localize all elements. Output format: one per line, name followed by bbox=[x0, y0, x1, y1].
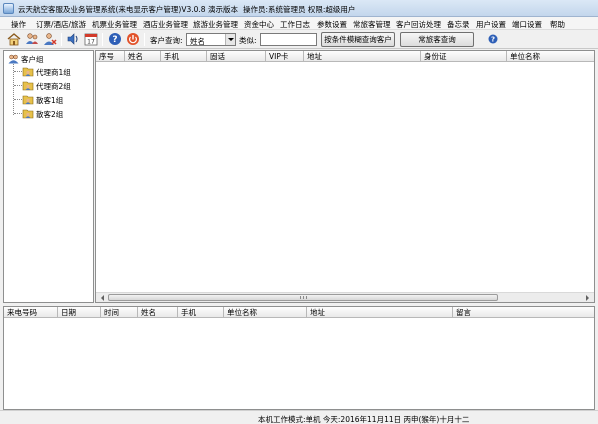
toolbar-separator bbox=[144, 33, 145, 46]
tree-item-label: 代理商2组 bbox=[36, 82, 71, 91]
column-header-date[interactable]: 日期 bbox=[58, 307, 101, 318]
tree-item-retail-group-1[interactable]: 散客1组 bbox=[14, 94, 63, 106]
chevron-down-icon bbox=[225, 34, 235, 45]
column-header-index[interactable]: 序号 bbox=[96, 51, 125, 62]
speaker-icon[interactable] bbox=[66, 32, 80, 46]
calendar-icon[interactable]: 17 bbox=[84, 32, 98, 46]
menu-item-operate[interactable]: 操作 bbox=[11, 19, 26, 30]
menu-item-booking[interactable]: 订票/酒店/旅游 bbox=[36, 19, 86, 30]
menu-item-port-settings[interactable]: 端口设置 bbox=[512, 19, 542, 30]
column-header-company[interactable]: 单位名称 bbox=[507, 51, 596, 62]
column-header-vip-card[interactable]: VIP卡 bbox=[266, 51, 304, 62]
column-header-time[interactable]: 时间 bbox=[101, 307, 138, 318]
tree-item-retail-group-2[interactable]: 散客2组 bbox=[14, 108, 63, 120]
scroll-left-icon[interactable] bbox=[98, 294, 107, 302]
call-log-grid-header: 来电号码 日期 时间 姓名 手机 单位名称 地址 留言 bbox=[4, 307, 594, 318]
customer-grid-header: 序号 姓名 手机 固话 VIP卡 地址 身份证 单位名称 bbox=[96, 51, 594, 62]
fuzzy-search-input[interactable] bbox=[260, 33, 317, 46]
help-icon[interactable]: ? bbox=[108, 32, 122, 46]
frequent-traveler-query-button[interactable]: 常旅客查询 bbox=[400, 32, 474, 47]
call-log-grid[interactable]: 来电号码 日期 时间 姓名 手机 单位名称 地址 留言 bbox=[3, 306, 595, 410]
column-header-mobile[interactable]: 手机 bbox=[161, 51, 207, 62]
scroll-right-icon[interactable] bbox=[583, 294, 592, 302]
menu-item-customer-followup[interactable]: 客户回访处理 bbox=[396, 19, 441, 30]
menu-item-fund-center[interactable]: 资金中心 bbox=[244, 19, 274, 30]
menu-item-ticket-business[interactable]: 机票业务管理 bbox=[92, 19, 137, 30]
folder-icon bbox=[22, 109, 34, 119]
window-title: 云天航空客服及业务管理系统(来电显示客户管理)V3.0.8 演示版本 bbox=[18, 5, 238, 14]
menu-item-work-log[interactable]: 工作日志 bbox=[280, 19, 310, 30]
title-bar: 云天航空客服及业务管理系统(来电显示客户管理)V3.0.8 演示版本 操作员:系… bbox=[0, 0, 598, 17]
query-field-select[interactable]: 姓名 bbox=[186, 33, 236, 46]
column-header-name[interactable]: 姓名 bbox=[138, 307, 178, 318]
column-header-name[interactable]: 姓名 bbox=[125, 51, 161, 62]
column-header-mobile[interactable]: 手机 bbox=[178, 307, 224, 318]
menu-bar: 操作 订票/酒店/旅游 机票业务管理 酒店业务管理 旅游业务管理 资金中心 工作… bbox=[0, 17, 598, 30]
svg-text:?: ? bbox=[112, 35, 117, 45]
folder-icon bbox=[22, 81, 34, 91]
column-header-company[interactable]: 单位名称 bbox=[224, 307, 307, 318]
grip-icon bbox=[300, 296, 307, 299]
fuzzy-label: 类似: bbox=[239, 36, 257, 45]
calendar-day-number: 17 bbox=[87, 39, 95, 46]
fuzzy-query-button[interactable]: 按条件模糊查询客户 bbox=[321, 32, 395, 47]
exit-icon[interactable] bbox=[126, 32, 140, 46]
status-bar: 本机工作模式:单机 今天:2016年11月11日 丙申(猴年)十月十二 bbox=[0, 410, 598, 424]
menu-item-help[interactable]: 帮助 bbox=[550, 19, 565, 30]
folder-icon bbox=[22, 95, 34, 105]
add-customer-icon[interactable] bbox=[7, 32, 21, 46]
delete-customer-icon[interactable] bbox=[43, 32, 57, 46]
tree-item-label: 代理商1组 bbox=[36, 68, 71, 77]
folder-icon bbox=[22, 67, 34, 77]
tree-item-agent-group-2[interactable]: 代理商2组 bbox=[14, 80, 71, 92]
menu-item-memo[interactable]: 备忘录 bbox=[447, 19, 470, 30]
column-header-address[interactable]: 地址 bbox=[307, 307, 453, 318]
status-text: 本机工作模式:单机 今天:2016年11月11日 丙申(猴年)十月十二 bbox=[258, 415, 470, 424]
column-header-address[interactable]: 地址 bbox=[304, 51, 421, 62]
column-header-caller-number[interactable]: 来电号码 bbox=[4, 307, 58, 318]
edit-customer-icon[interactable] bbox=[25, 32, 39, 46]
app-icon bbox=[3, 3, 14, 14]
question-icon[interactable]: ? bbox=[488, 34, 498, 44]
svg-text:?: ? bbox=[491, 36, 495, 44]
menu-item-frequent-traveler[interactable]: 常旅客管理 bbox=[353, 19, 391, 30]
tree-item-label: 散客1组 bbox=[36, 96, 64, 105]
toolbar-separator bbox=[61, 33, 62, 46]
customer-grid[interactable]: 序号 姓名 手机 固话 VIP卡 地址 身份证 单位名称 bbox=[95, 50, 595, 303]
tree-item-agent-group-1[interactable]: 代理商1组 bbox=[14, 66, 71, 78]
scrollbar-thumb[interactable] bbox=[108, 294, 498, 301]
operator-info: 操作员:系统管理员 权限:超级用户 bbox=[243, 5, 356, 14]
customer-query-label: 客户查询: bbox=[150, 36, 183, 45]
customer-group-icon bbox=[8, 54, 19, 64]
horizontal-scrollbar[interactable] bbox=[96, 292, 594, 302]
menu-item-travel-business[interactable]: 旅游业务管理 bbox=[193, 19, 238, 30]
toolbar: 17 ? 客户查询: 姓名 类似: 按条件模糊查询客户 常旅客查询 bbox=[0, 30, 598, 49]
menu-item-user-settings[interactable]: 用户设置 bbox=[476, 19, 506, 30]
customer-group-tree[interactable]: 客户组 代理商1组 代理商2组 散客1组 散客2组 bbox=[3, 50, 94, 303]
column-header-id-card[interactable]: 身份证 bbox=[421, 51, 507, 62]
toolbar-separator bbox=[102, 33, 103, 46]
column-header-phone[interactable]: 固话 bbox=[207, 51, 266, 62]
tree-item-label: 散客2组 bbox=[36, 110, 64, 119]
column-header-message[interactable]: 留言 bbox=[453, 307, 596, 318]
tree-root-label: 客户组 bbox=[21, 55, 44, 64]
menu-item-parameters[interactable]: 参数设置 bbox=[317, 19, 347, 30]
query-field-value: 姓名 bbox=[190, 37, 205, 46]
menu-item-hotel-business[interactable]: 酒店业务管理 bbox=[143, 19, 188, 30]
